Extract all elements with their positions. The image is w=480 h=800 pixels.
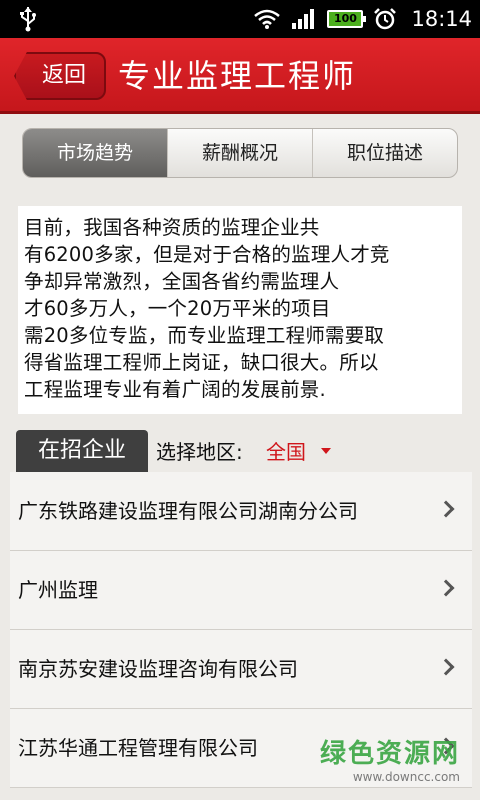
description-line: 有6200多家，但是对于合格的监理人才竞 [24,243,390,266]
tab-salary-overview[interactable]: 薪酬概况 [167,129,312,177]
watermark-logo: 绿色资源网 www.downcc.com [320,733,460,784]
region-label: 选择地区: [156,440,243,464]
usb-icon [20,7,36,32]
hiring-companies-tab: 在招企业 [16,430,148,472]
list-item[interactable]: 广州监理 [10,551,472,630]
market-trend-description: 目前，我国各种资质的监理企业共 有6200多家，但是对于合格的监理人才竞 争却异… [18,206,462,414]
description-line: 得省监理工程师上岗证，缺口很大。所以 [24,351,379,374]
list-item[interactable]: 南京苏安建设监理咨询有限公司 [10,630,472,709]
description-line: 工程监理专业有着广阔的发展前景. [24,378,326,401]
page-title: 专业监理工程师 [118,57,357,95]
alarm-icon [374,8,397,30]
description-line: 争却异常激烈，全国各省约需监理人 [24,270,340,293]
tab-bar-area: 市场趋势 薪酬概况 职位描述 [0,114,480,194]
description-line: 需20多位专监，而专业监理工程师需要取 [24,324,385,347]
watermark-text: 绿色资源网 [319,739,460,769]
signal-icon [292,9,315,29]
company-name: 江苏华通工程管理有限公司 [18,736,258,760]
segmented-tabs: 市场趋势 薪酬概况 职位描述 [22,128,458,178]
chevron-right-icon [437,579,455,597]
company-name: 南京苏安建设监理咨询有限公司 [18,657,298,681]
description-line: 目前，我国各种资质的监理企业共 [24,216,320,239]
region-selector[interactable]: 全国 [266,436,306,465]
status-bar: 100 18:14 [0,0,480,38]
tab-market-trend[interactable]: 市场趋势 [23,129,167,177]
list-item[interactable]: 广东铁路建设监理有限公司湖南分公司 [10,472,472,551]
tab-job-description[interactable]: 职位描述 [312,129,457,177]
company-name: 广州监理 [18,578,98,602]
hiring-companies-header: 在招企业 选择地区: 全国 [0,428,480,472]
dropdown-arrow-icon[interactable] [321,448,331,454]
back-button[interactable]: 返回 [14,52,106,100]
chevron-right-icon [437,500,455,518]
clock-time: 18:14 [411,7,472,31]
description-line: 才60多万人，一个20万平米的项目 [24,297,331,320]
wifi-icon [254,9,281,29]
battery-icon: 100 [327,10,367,28]
chevron-right-icon [437,658,455,676]
company-name: 广东铁路建设监理有限公司湖南分公司 [18,499,358,523]
title-bar: 返回 专业监理工程师 [0,38,480,114]
watermark-url: www.downcc.com [352,770,460,784]
